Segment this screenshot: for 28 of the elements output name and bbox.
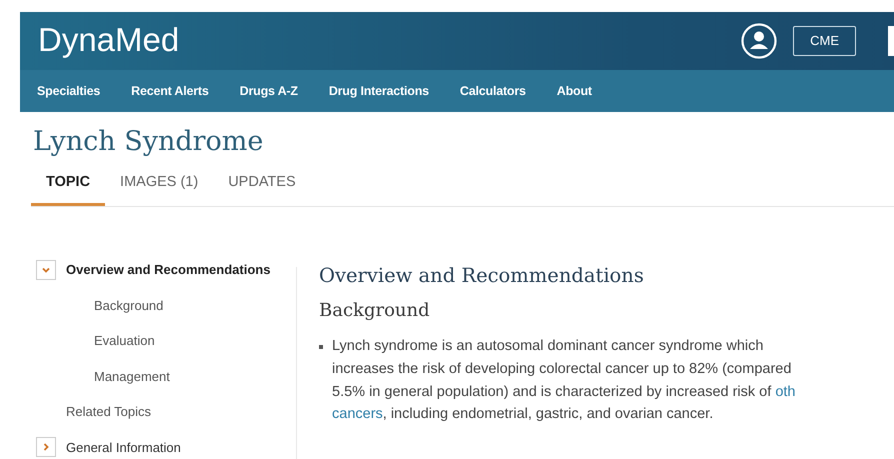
tab[interactable]: TOPIC <box>31 168 106 206</box>
expand-toggle[interactable] <box>36 437 56 458</box>
toc-item[interactable]: Related Topics <box>66 402 152 422</box>
toc-subitem[interactable]: Background <box>94 296 164 316</box>
toc-subitem[interactable]: Management <box>94 366 170 386</box>
toc-item[interactable]: General Information <box>66 438 181 458</box>
page-title: Lynch Syndrome <box>33 126 264 158</box>
text-link[interactable]: oth <box>775 384 796 400</box>
text-link[interactable]: cancers <box>332 406 383 422</box>
nav-link[interactable]: Drug Interactions <box>328 82 429 100</box>
toc-subitem[interactable]: Evaluation <box>94 331 155 351</box>
toc-item[interactable]: Overview and Recommendations <box>66 260 270 280</box>
user-icon[interactable] <box>741 23 778 59</box>
subsection-heading: Background <box>319 300 431 322</box>
nav-link[interactable]: Calculators <box>460 82 526 100</box>
logo[interactable]: DynaMed <box>38 22 180 56</box>
collapse-toggle[interactable] <box>36 260 56 280</box>
bullet-text: Lynch syndrome is an autosomal dominant cancer syndrome which increases the risk of developing colorectal cancer up to 82% (compared 5.5% in general population) and is characterized by increased risk of oth cancers, including endometrial, gastric, and ovarian cancer. <box>332 337 796 424</box>
cme-button[interactable]: CME <box>793 26 856 56</box>
tab[interactable]: UPDATES <box>213 168 311 206</box>
nav-link[interactable]: Drugs A-Z <box>240 82 298 100</box>
tab[interactable]: IMAGES (1) <box>105 168 214 206</box>
bullet-icon <box>319 345 323 350</box>
nav-link[interactable]: About <box>556 82 592 100</box>
chevron-icon <box>41 442 51 452</box>
nav-link[interactable]: Specialties <box>37 82 100 100</box>
nav-link[interactable]: Recent Alerts <box>131 82 209 100</box>
section-heading: Overview and Recommendations <box>319 264 645 288</box>
